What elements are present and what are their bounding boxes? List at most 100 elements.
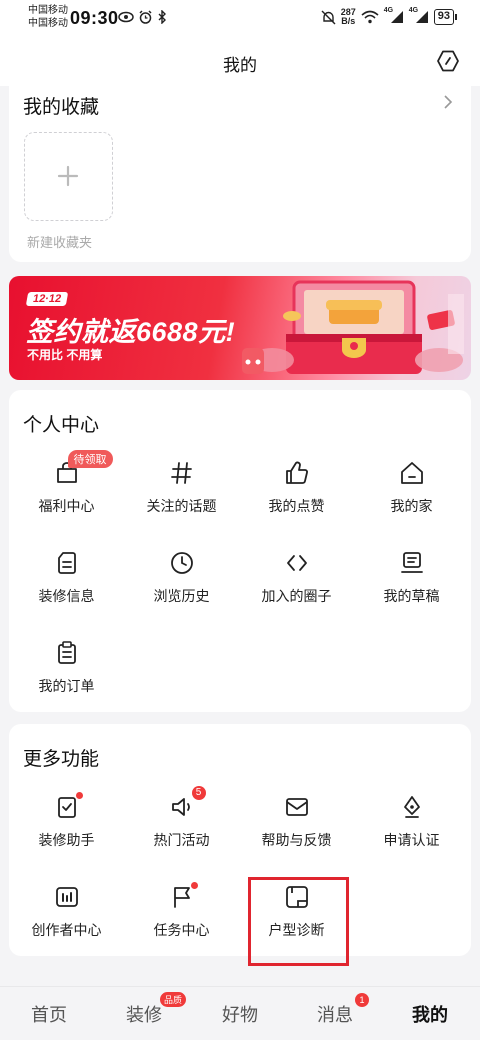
pen-nib-icon (403, 796, 420, 818)
megaphone-icon (171, 798, 190, 816)
quality-badge: 品质 (160, 992, 187, 1007)
eye-icon (118, 11, 134, 23)
personal-center-title: 个人中心 (23, 415, 100, 436)
thumbs-up-icon (285, 461, 308, 484)
grid-item-joined-circles[interactable]: 加入的圈子 (239, 550, 354, 606)
grid-item-label: 申请认证 (383, 832, 440, 848)
promo-banner[interactable]: 12·12 签约就返6688元! 不用比 不用算 (9, 276, 471, 380)
grid-item-label: 我的草稿 (383, 588, 440, 604)
checklist-icon (57, 797, 76, 818)
bar-chart-icon (55, 887, 78, 907)
new-folder-button[interactable] (24, 132, 113, 221)
home-icon (400, 462, 423, 484)
grid-item-my-drafts[interactable]: 我的草稿 (354, 550, 469, 606)
new-folder-label: 新建收藏夹 (27, 235, 93, 250)
signal-bars-icon (415, 11, 428, 23)
tab-mine[interactable]: 我的 (412, 1001, 448, 1027)
signal-bars-icon (390, 11, 403, 23)
grid-item-label: 我的点赞 (268, 498, 325, 514)
clipboard-icon (57, 641, 76, 664)
status-left-icons (118, 10, 167, 24)
wifi-icon (361, 10, 379, 24)
carrier-2: 中国移动 (28, 18, 68, 29)
top-nav-bar: 我的 (0, 36, 480, 86)
grid-item-label: 关注的话题 (146, 498, 217, 514)
grid-item-help-feedback[interactable]: 帮助与反馈 (239, 794, 354, 850)
highlight-annotation-box (248, 877, 349, 966)
personal-center-card: 个人中心 待领取 福利中心 关注的话题 我的点赞 我的家 装修信息 浏览历史 加… (9, 390, 471, 712)
tab-goods[interactable]: 好物 (222, 1001, 258, 1027)
grid-item-apply-certification[interactable]: 申请认证 (354, 794, 469, 850)
grid-item-my-orders[interactable]: 我的订单 (9, 640, 124, 696)
page-title: 我的 (223, 56, 257, 75)
chevron-right-icon (444, 95, 453, 109)
tab-label: 消息 (317, 1005, 353, 1025)
bottom-tab-bar: 首页 装修 品质 好物 消息 1 我的 (0, 986, 480, 1040)
grid-item-label: 热门活动 (153, 832, 210, 848)
count-badge: 5 (191, 786, 206, 800)
status-bar: 中国移动 中国移动 09:30 287 B/s 4G 4G 93 (0, 0, 480, 36)
grid-item-label: 任务中心 (153, 922, 210, 938)
status-right-icons: 287 B/s 4G 4G 93 (321, 7, 458, 26)
grid-item-label: 帮助与反馈 (261, 832, 332, 848)
grid-item-label: 我的订单 (38, 678, 95, 694)
grid-item-browse-history[interactable]: 浏览历史 (124, 550, 239, 606)
carrier-1: 中国移动 (28, 5, 68, 16)
grid-item-label: 我的家 (390, 498, 433, 514)
banner-headline: 签约就返6688元! (26, 317, 236, 347)
grid-item-my-likes[interactable]: 我的点赞 (239, 460, 354, 516)
settings-button[interactable] (436, 49, 460, 73)
grid-item-label: 福利中心 (38, 498, 95, 514)
grid-item-task-center[interactable]: 任务中心 (124, 882, 239, 940)
clock-icon (170, 552, 193, 574)
grid-item-label: 浏览历史 (153, 588, 210, 604)
mute-bell-icon (321, 10, 336, 24)
grid-item-label: 创作者中心 (31, 922, 102, 938)
notification-dot (190, 882, 198, 889)
net-speed-unit: B/s (341, 16, 356, 26)
grid-item-label: 装修信息 (38, 588, 95, 604)
plus-icon (57, 165, 79, 187)
banner-subtext: 不用比 不用算 (27, 348, 103, 362)
signal-1: 4G (384, 7, 404, 24)
grid-item-creator-center[interactable]: 创作者中心 (9, 884, 124, 940)
grid-item-hot-events[interactable]: 5 热门活动 (124, 786, 239, 850)
flag-icon (173, 887, 190, 908)
draft-icon (400, 552, 423, 573)
signal-2: 4G (409, 7, 429, 24)
more-features-card: 更多功能 装修助手 5 热门活动 帮助与反馈 申请认证 创作者中心 任务中心 户 (9, 724, 471, 956)
tab-label: 好物 (222, 1005, 258, 1025)
tab-renovation[interactable]: 装修 品质 (126, 992, 187, 1027)
battery-indicator: 93 (433, 9, 458, 25)
favorites-card: 我的收藏 新建收藏夹 (9, 80, 471, 262)
grid-item-welfare-center[interactable]: 待领取 福利中心 (9, 450, 124, 516)
message-count-badge: 1 (355, 993, 369, 1007)
gift-box-illustration (242, 280, 464, 374)
banner-badge: 12·12 (25, 292, 69, 306)
grid-item-label: 装修助手 (38, 832, 95, 848)
grid-item-renovation-info[interactable]: 装修信息 (9, 550, 124, 606)
favorites-title: 我的收藏 (23, 97, 100, 118)
code-brackets-icon (286, 555, 307, 571)
grid-item-my-home[interactable]: 我的家 (354, 460, 469, 516)
tab-label: 我的 (412, 1005, 448, 1025)
bluetooth-icon (158, 10, 166, 24)
mail-icon (285, 798, 308, 816)
favorites-more-button[interactable] (443, 94, 453, 115)
pending-claim-tag: 待领取 (67, 450, 113, 468)
alarm-icon (139, 10, 152, 24)
hashtag-icon (170, 462, 192, 484)
carrier-info: 中国移动 中国移动 (28, 4, 68, 30)
tab-label: 首页 (31, 1005, 67, 1025)
grid-item-renovation-assistant[interactable]: 装修助手 (9, 792, 124, 850)
document-icon (57, 552, 76, 574)
grid-item-label: 加入的圈子 (261, 588, 332, 604)
tab-messages[interactable]: 消息 1 (317, 993, 369, 1027)
more-features-title: 更多功能 (23, 749, 100, 770)
settings-hexagon-icon (437, 50, 459, 72)
notification-dot (75, 792, 83, 799)
tab-home[interactable]: 首页 (31, 1001, 67, 1027)
net-speed: 287 B/s (341, 8, 356, 26)
grid-item-followed-topics[interactable]: 关注的话题 (124, 460, 239, 516)
tab-label: 装修 (126, 1005, 162, 1025)
